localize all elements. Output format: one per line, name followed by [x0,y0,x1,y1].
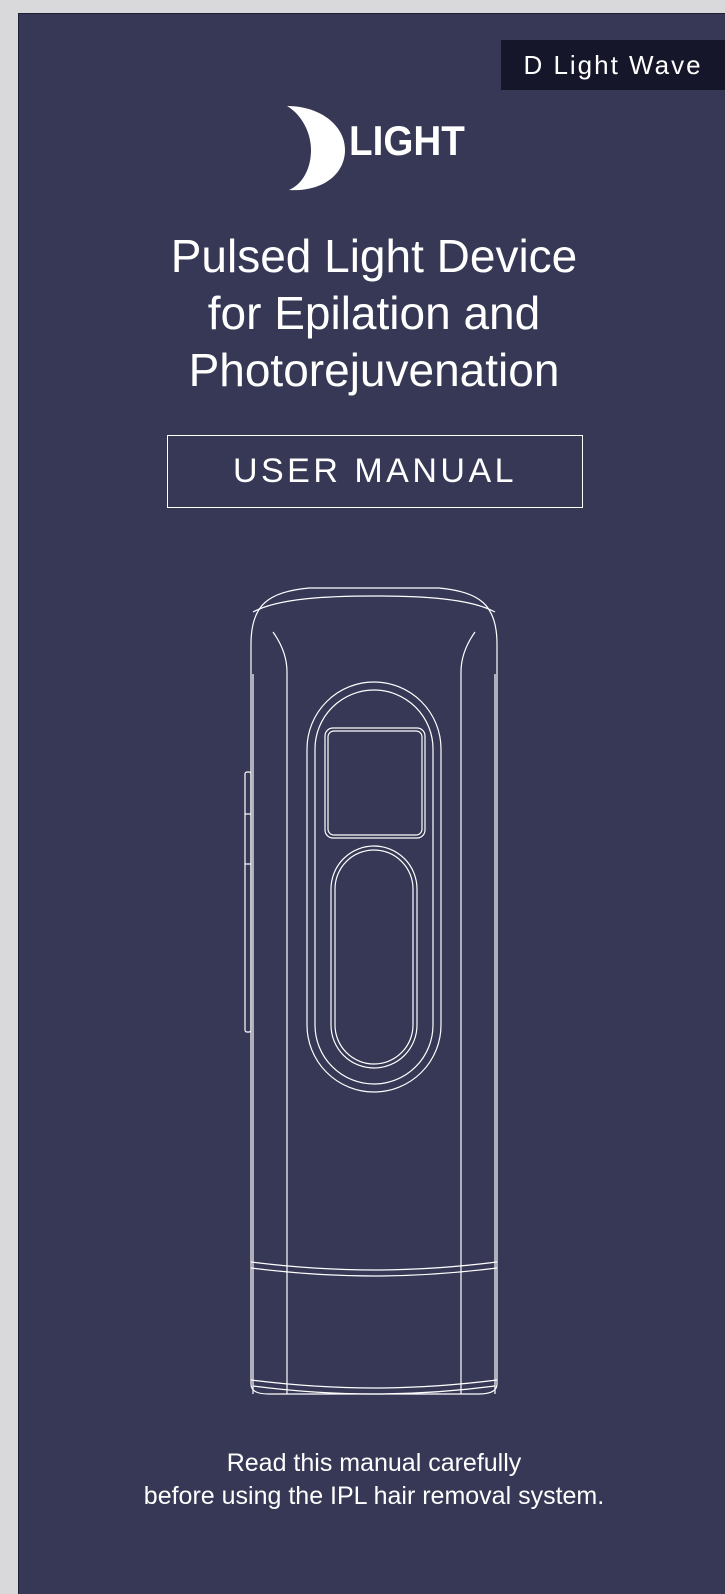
usage-note: Read this manual carefully before using … [19,1447,725,1513]
brand-logo: LIGHT [283,104,483,194]
document-title: Pulsed Light Device for Epilation and Ph… [19,228,725,399]
title-line-1: Pulsed Light Device [170,230,578,282]
user-manual-label: USER MANUAL [167,435,583,508]
device-body-outline [250,587,498,1395]
title-line-2: for Epilation and [207,287,541,339]
flash-button-icon [330,845,418,1069]
usage-note-line-2: before using the IPL hair removal system… [143,1482,605,1510]
manual-cover-page: D Light Wave LIGHT Pulsed Light Device f… [18,13,725,1594]
side-button-icon [244,771,252,1033]
user-manual-text: USER MANUAL [232,452,518,490]
control-panel-outer [306,681,442,1093]
display-window-icon [324,727,426,839]
product-name: D Light Wave [523,49,703,80]
logo-wordmark: LIGHT [349,117,465,164]
title-line-3: Photorejuvenation [188,344,560,396]
d-crescent-logo-icon [287,106,345,191]
product-name-tag: D Light Wave [501,40,725,90]
usage-note-line-1: Read this manual carefully [226,1449,522,1477]
ipl-device-illustration [239,584,509,1414]
